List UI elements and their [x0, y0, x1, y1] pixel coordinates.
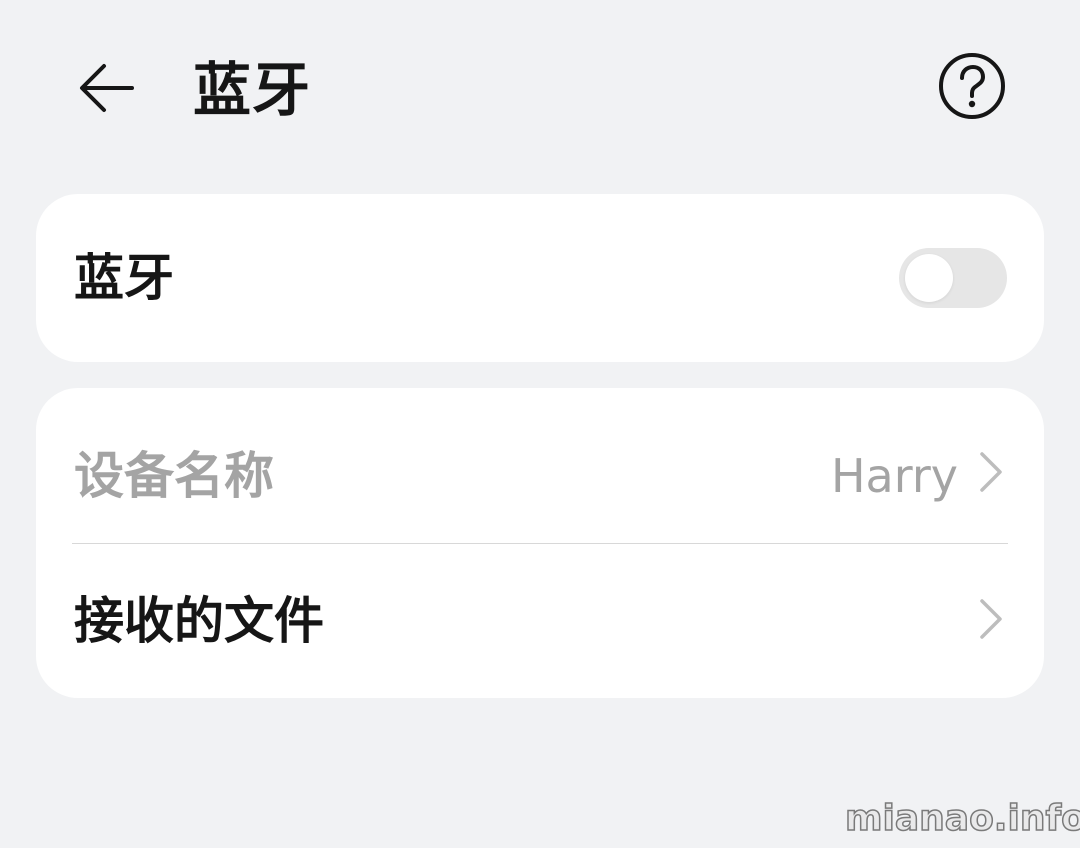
received-files-label: 接收的文件 — [74, 592, 324, 650]
back-button[interactable] — [70, 52, 142, 124]
received-files-row[interactable]: 接收的文件 — [36, 543, 1044, 698]
help-button[interactable] — [936, 50, 1008, 122]
device-name-row[interactable]: 设备名称 Harry — [36, 388, 1044, 543]
help-icon — [939, 53, 1005, 119]
watermark: mianao.info — [844, 797, 1080, 840]
bluetooth-toggle[interactable] — [899, 248, 1007, 308]
chevron-right-icon — [980, 452, 1002, 492]
device-name-label: 设备名称 — [74, 447, 274, 505]
top-app-bar: 蓝牙 — [0, 0, 1080, 180]
toggle-knob — [905, 254, 953, 302]
back-arrow-icon — [80, 64, 134, 112]
bluetooth-label: 蓝牙 — [74, 249, 174, 307]
chevron-right-icon — [980, 599, 1002, 639]
page-title: 蓝牙 — [193, 56, 312, 124]
bluetooth-card: 蓝牙 — [36, 194, 1044, 362]
device-name-value: Harry — [830, 449, 958, 503]
settings-card: 设备名称 Harry 接收的文件 — [36, 388, 1044, 698]
